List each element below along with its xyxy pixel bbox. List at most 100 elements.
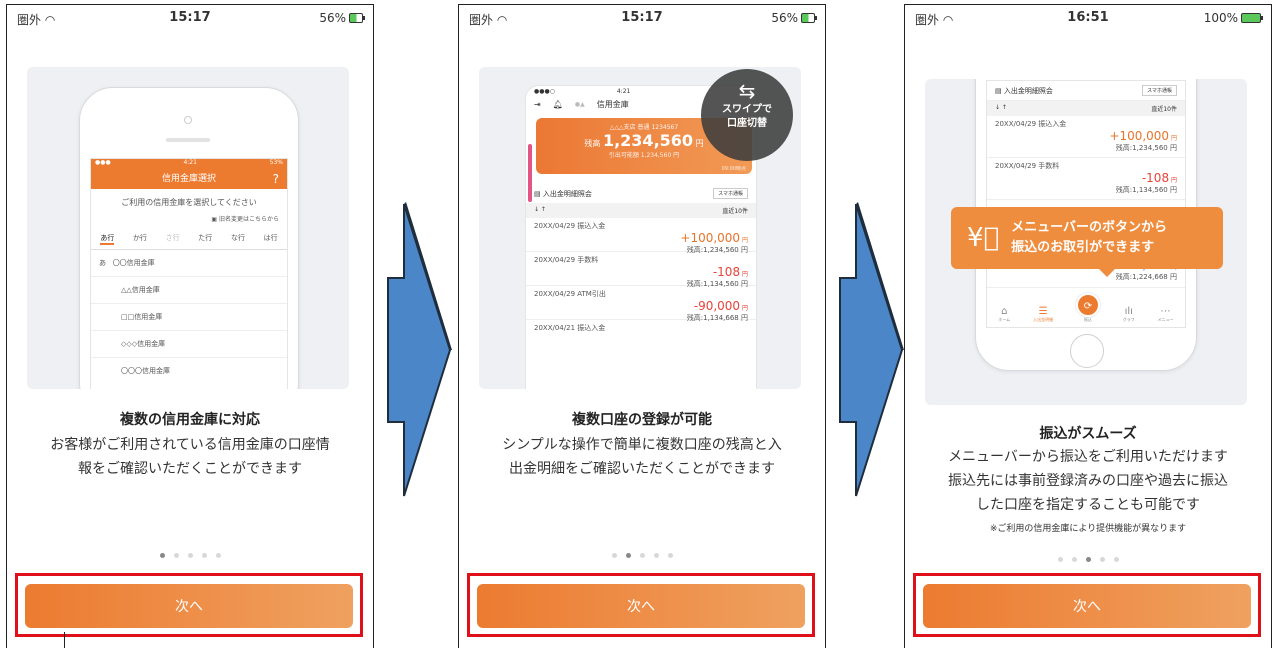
next-button[interactable]: 次へ — [477, 584, 805, 628]
page-indicator — [7, 553, 373, 558]
nav-statement[interactable]: ☰ 入出金明細 — [1033, 306, 1053, 323]
feature-title: 振込がスムーズ — [1039, 426, 1137, 442]
feature-description: シンプルな操作で簡単に複数口座の残高と入 出金明細をご確認いただくことができます — [502, 437, 782, 477]
transaction-row: 20XX/04/29 手数料 -108 円 残高:1,134,560 円 — [987, 158, 1185, 200]
callout-line — [64, 632, 65, 648]
next-button[interactable]: 次へ — [923, 584, 1251, 628]
mock-bank-row: 〇〇〇信用金庫 — [121, 367, 170, 375]
feature-description: メニューバーから振込をご利用いただけます 振込先には事前登録済みの口座や過去に振… — [948, 449, 1228, 513]
bell-icon: 🔔︎ — [552, 100, 563, 109]
page-dot — [667, 553, 673, 558]
mock-bank-row: □□信用金庫 — [91, 304, 287, 331]
page-dot — [215, 553, 221, 558]
onboarding-screen-1: 圏外 ◠ 15:17 56% ●●● 4:21 53% 信用金庫選択? ご利用の信用… — [6, 4, 374, 648]
more-icon: ⋯ — [1160, 306, 1171, 317]
yen-transfer-icon: ¥⃝ — [967, 223, 1000, 253]
next-button[interactable]: 次へ — [25, 584, 353, 628]
mock-tab: た行 — [198, 234, 213, 242]
mock-tab: あ行 — [100, 233, 115, 245]
clock: 15:17 — [169, 10, 211, 25]
mock-kana-tabs: あ行 か行 さ行 た行 な行 は行 — [91, 233, 287, 250]
bar-chart-icon: ılı — [1124, 306, 1133, 317]
transaction-list: 20XX/04/29 振込入金 +100,000 円 残高:1,234,560 … — [526, 218, 756, 336]
swipe-hint-badge: ⇆ スワイプで 口座切替 — [701, 69, 793, 161]
swipe-hand-icon: ⇆ — [738, 79, 756, 103]
mock-prompt: ご利用の信用金庫を選択してください — [121, 198, 257, 207]
nav-menu[interactable]: ⋯ メニュー — [1158, 306, 1174, 323]
transaction-row: 20XX/04/29 振込入金 +100,000 円 残高:1,234,560 … — [526, 218, 756, 254]
prev-account-edge — [528, 144, 532, 202]
feature-title: 複数口座の登録が可能 — [572, 412, 712, 428]
page-dot — [1099, 557, 1105, 562]
mock-tab-bar: ⌂ ホーム ☰ 入出金明細 ⟳ 振込 ılı グラフ ⋯ メニュー — [987, 287, 1185, 327]
camera-icon — [184, 116, 192, 124]
feature-illustration: ●●●○ 4:21 ⇥ 🔔︎ ●▲ 信用金庫 △△△支店 普通 1234567 … — [479, 67, 801, 389]
mock-tab: は行 — [263, 234, 278, 242]
page-dot — [159, 553, 165, 558]
highlight-box: 次へ — [913, 573, 1261, 637]
statement-header: ▤ 入出金明細照会 スマホ通帳 — [526, 174, 756, 203]
nav-transfer[interactable]: ⟳ 振込 — [1075, 293, 1100, 323]
onboarding-screen-2: 圏外 ◠ 15:17 56% ●●●○ 4:21 ⇥ 🔔︎ ●▲ 信用金庫 △△… — [458, 4, 826, 648]
battery-indicator: 100% — [1204, 11, 1263, 25]
feature-title: 複数の信用金庫に対応 — [120, 412, 260, 428]
clock: 15:17 — [621, 10, 663, 25]
page-dot — [201, 553, 207, 558]
transfer-icon: ⟳ — [1075, 293, 1100, 317]
statement-header: ▤ 入出金明細照会 スマホ通帳 — [987, 81, 1185, 101]
sort-bar: ↓ ↑ 直近10件 — [526, 203, 756, 218]
list-icon: ☰ — [1038, 306, 1048, 317]
feature-illustration: ▤ 入出金明細照会 スマホ通帳 ↓ ↑ 直近10件 20XX/04/29 振込入金… — [925, 79, 1247, 405]
footnote: ※ご利用の信用金庫により提供機能が異なります — [989, 524, 1187, 534]
feature-illustration: ●●● 4:21 53% 信用金庫選択? ご利用の信用金庫を選択してください ▣ 旧… — [27, 67, 349, 389]
page-dot — [611, 553, 617, 558]
status-bar: 圏外 ◠ 15:17 56% — [459, 9, 825, 29]
tooltip-pointer — [1099, 269, 1115, 277]
speaker-grill — [166, 138, 210, 142]
page-dot — [1071, 557, 1077, 562]
page-dot — [639, 553, 645, 558]
page-dot — [625, 553, 631, 558]
nav-home[interactable]: ⌂ ホーム — [998, 306, 1010, 323]
onboarding-screen-3: 圏外 ◠ 16:51 100% ▤ 入出金明細照会 スマホ通帳 ↓ ↑ 直近10件… — [904, 4, 1272, 648]
passbook-button[interactable]: スマホ通帳 — [713, 188, 748, 199]
mock-tab: さ行 — [165, 234, 180, 242]
sort-icon: ↓ ↑ — [534, 206, 546, 213]
help-icon: ? — [272, 172, 279, 186]
mock-bank-row: △△信用金庫 — [91, 277, 287, 304]
mock-status-bar: ●●● 4:21 53% — [91, 159, 287, 169]
document-icon: ▤ — [534, 189, 541, 198]
page-dot — [1085, 557, 1091, 562]
arrow-right-icon — [839, 202, 904, 497]
mock-header: 信用金庫選択? — [91, 169, 287, 189]
page-dot — [173, 553, 179, 558]
battery-icon — [349, 13, 365, 23]
page-indicator — [905, 557, 1271, 562]
mock-bank-name: 信用金庫 — [596, 100, 629, 109]
mock-tab: か行 — [132, 234, 147, 242]
battery-icon — [1241, 13, 1263, 23]
page-indicator — [459, 553, 825, 558]
tooltip-callout: ¥⃝ メニューバーのボタンから 振込のお取引ができます — [951, 207, 1223, 277]
logout-icon: ⇥ — [534, 100, 541, 109]
home-button — [1070, 334, 1104, 368]
battery-indicator: 56% — [319, 11, 365, 25]
phone-mockup: ●●● 4:21 53% 信用金庫選択? ご利用の信用金庫を選択してください ▣ 旧… — [79, 87, 299, 389]
sort-bar: ↓ ↑ 直近10件 — [987, 101, 1185, 116]
mock-tab: な行 — [230, 234, 245, 242]
page-dot — [1113, 557, 1119, 562]
mock-bank-row: あ 〇〇信用金庫 — [91, 250, 287, 277]
transaction-row: 20XX/04/29 ATM引出 -90,000 円 残高:1,134,668 … — [526, 286, 756, 322]
battery-icon — [801, 13, 817, 23]
mock-screen: ▤ 入出金明細照会 スマホ通帳 ↓ ↑ 直近10件 20XX/04/29 振込入金… — [986, 80, 1186, 328]
page-dot — [653, 553, 659, 558]
page-dot — [1057, 557, 1063, 562]
tooltip-text: メニューバーのボタンから 振込のお取引ができます — [1011, 220, 1168, 255]
status-bar: 圏外 ◠ 16:51 100% — [905, 9, 1271, 29]
nav-graph[interactable]: ılı グラフ — [1123, 306, 1135, 323]
highlight-box: 次へ — [467, 573, 815, 637]
passbook-button[interactable]: スマホ通帳 — [1142, 85, 1177, 96]
mock-change-link: ▣ 旧名変更はこちらから — [211, 216, 279, 223]
battery-indicator: 56% — [771, 11, 817, 25]
mock-bank-row: ◇◇◇信用金庫 — [91, 331, 287, 358]
